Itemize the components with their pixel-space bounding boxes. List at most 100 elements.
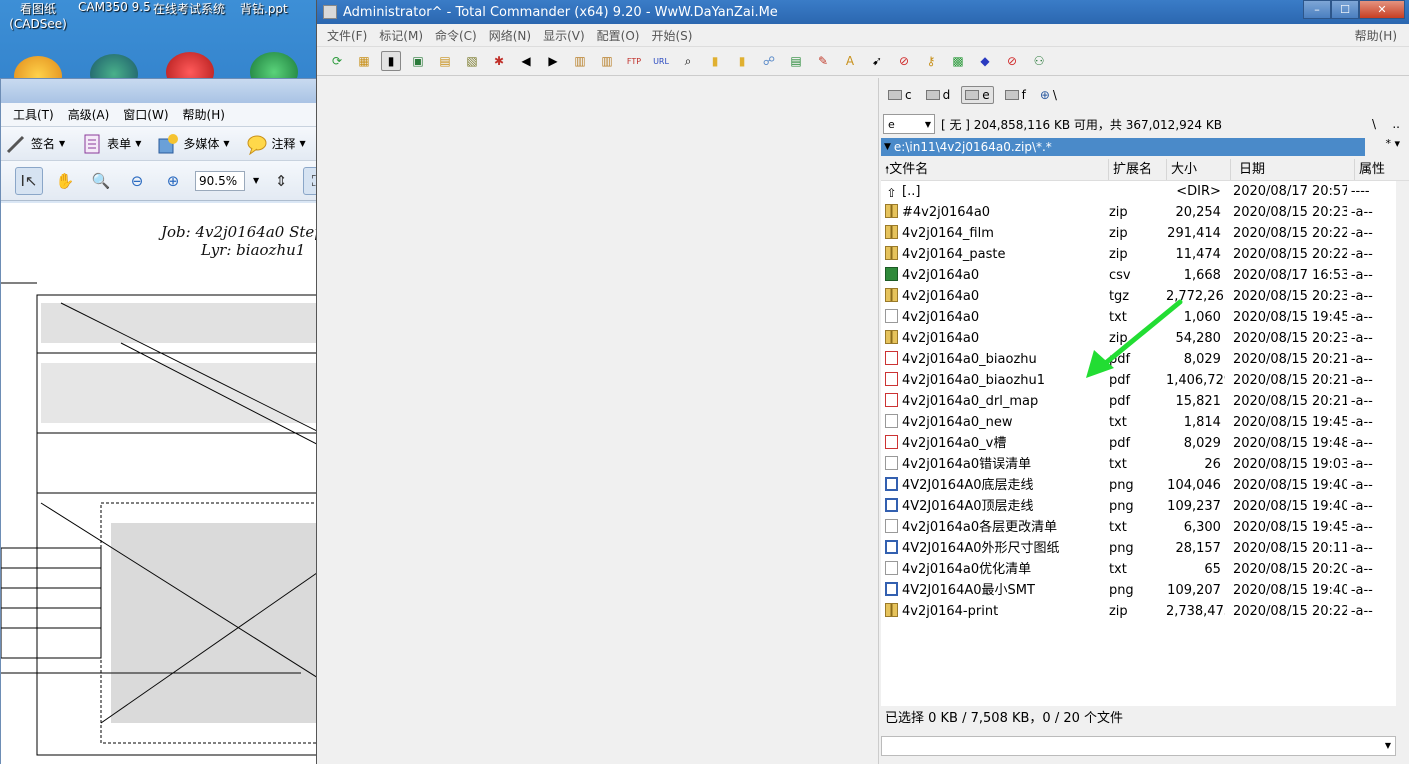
path-dropdown-icon[interactable]: ▼ — [884, 142, 891, 152]
multimedia-button[interactable]: 多媒体 ▼ — [157, 133, 230, 155]
column-date[interactable]: 日期 — [1231, 159, 1355, 180]
tree-view-icon[interactable]: ▤ — [435, 51, 455, 71]
pack-icon[interactable]: ▥ — [570, 51, 590, 71]
run-icon[interactable]: ➹ — [867, 51, 887, 71]
png-file-icon — [885, 540, 898, 554]
zoom-tool[interactable]: 🔍 — [87, 167, 115, 195]
menu-help[interactable]: 帮助(H) — [183, 106, 225, 123]
folder1-icon[interactable]: ▮ — [705, 51, 725, 71]
sign-button[interactable]: 签名 ▼ — [5, 133, 65, 155]
column-ext[interactable]: 扩展名 — [1109, 159, 1167, 180]
pdf-tool-icon[interactable]: ▩ — [948, 51, 968, 71]
file-row[interactable]: 4v2j0164a0错误清单 txt 26 2020/08/15 19:03 -a-- — [881, 454, 1396, 475]
refresh-icon[interactable]: ⟳ — [327, 51, 347, 71]
fit-page-button[interactable]: ⇕ — [267, 167, 295, 195]
file-row[interactable]: 4V2J0164A0最小SMT png 109,207 2020/08/15 19:4… — [881, 580, 1396, 601]
column-name[interactable]: 🠕文件名 — [881, 159, 1109, 180]
file-row[interactable]: 4v2j0164a0_drl_map pdf 15,821 2020/08/15 20… — [881, 391, 1396, 412]
file-date: 2020/08/15 20:20 — [1232, 562, 1347, 577]
file-attr: -a-- — [1350, 310, 1373, 325]
root-button[interactable]: \ — [1372, 117, 1376, 131]
file-row[interactable]: 4v2j0164a0_v槽 pdf 8,029 2020/08/15 19:48 -a-… — [881, 433, 1396, 454]
file-row[interactable]: 4v2j0164a0_new txt 1,814 2020/08/15 19:45 -a… — [881, 412, 1396, 433]
select-icon[interactable]: ✱ — [489, 51, 509, 71]
zoom-level-input[interactable]: 90.5% — [195, 170, 245, 191]
menu-show[interactable]: 显示(V) — [543, 27, 585, 44]
menu-mark[interactable]: 标记(M) — [379, 27, 423, 44]
menu-config[interactable]: 配置(O) — [597, 27, 640, 44]
current-path[interactable]: ▼ e:\in11\4v2j0164a0.zip\*.* — [881, 138, 1365, 156]
file-row[interactable]: 4V2J0164A0外形尺寸图纸 png 28,157 2020/08/15 20:1… — [881, 538, 1396, 559]
file-row[interactable]: 4v2j0164_paste zip 11,474 2020/08/15 20:22-… — [881, 244, 1396, 265]
unpack-icon[interactable]: ▥ — [597, 51, 617, 71]
compare-icon[interactable]: ▧ — [462, 51, 482, 71]
file-row[interactable]: 4v2j0164a0 csv 1,668 2020/08/17 16:53 -a-- — [881, 265, 1396, 286]
drive-f-button[interactable]: f — [1002, 87, 1029, 103]
file-row[interactable]: 4v2j0164a0优化清单 txt 65 2020/08/15 20:20 -a-- — [881, 559, 1396, 580]
file-row[interactable]: 4v2j0164_film zip 291,414 2020/08/15 20:22-… — [881, 223, 1396, 244]
notepad-icon[interactable]: ✎ — [813, 51, 833, 71]
column-attr[interactable]: 属性 — [1355, 159, 1405, 180]
menu-window[interactable]: 窗口(W) — [123, 106, 168, 123]
file-row[interactable]: 4v2j0164a0各层更改清单 txt 6,300 2020/08/15 19:45… — [881, 517, 1396, 538]
menu-advanced[interactable]: 高级(A) — [68, 106, 110, 123]
menu-tools[interactable]: 工具(T) — [13, 106, 54, 123]
comment-button[interactable]: 注释 ▼ — [246, 133, 306, 155]
drive-select[interactable]: e ▼ — [883, 114, 935, 134]
font-icon[interactable]: A — [840, 51, 860, 71]
select-text-tool[interactable]: I↖ — [15, 166, 43, 195]
stop2-icon[interactable]: ⊘ — [1002, 51, 1022, 71]
column-size[interactable]: 大小 — [1167, 159, 1231, 180]
menu-net[interactable]: 网络(N) — [489, 27, 531, 44]
menu-commands[interactable]: 命令(C) — [435, 27, 477, 44]
users-icon[interactable]: ⚇ — [1029, 51, 1049, 71]
tc-minimize-button[interactable]: – — [1303, 0, 1331, 19]
file-name: 4v2j0164a0 — [881, 265, 1105, 286]
folder2-icon[interactable]: ▮ — [732, 51, 752, 71]
drive-info-bar: e ▼ [ 无 ] 204,858,116 KB 可用，共 367,012,924… — [881, 112, 1409, 136]
zoom-dropdown-icon[interactable]: ▼ — [253, 176, 259, 185]
file-row[interactable]: 4V2J0164A0顶层走线 png 109,237 2020/08/15 19:40… — [881, 496, 1396, 517]
file-row[interactable]: 4v2j0164-printzip 2,738,475 2020/08/15 20:… — [881, 601, 1396, 622]
file-row[interactable]: #4v2j0164a0 zip 20,254 2020/08/15 20:23 -a-- — [881, 202, 1396, 223]
desktop-icon-exam-label[interactable]: 在线考试系统 — [153, 0, 225, 17]
thumbnail-view-icon[interactable]: ▣ — [408, 51, 428, 71]
hand-tool[interactable]: ✋ — [51, 167, 79, 195]
menu-file[interactable]: 文件(F) — [327, 27, 367, 44]
binoculars-icon[interactable]: ⌕ — [678, 51, 698, 71]
file-date: 2020/08/15 19:45 — [1232, 310, 1347, 325]
menu-help[interactable]: 帮助(H) — [1355, 27, 1397, 44]
key-icon[interactable]: ⚷ — [921, 51, 941, 71]
excel-icon[interactable]: ▤ — [786, 51, 806, 71]
drive-e-button[interactable]: e — [961, 86, 994, 104]
network-drive-button[interactable]: ⊕ \ — [1037, 87, 1060, 103]
zoom-in-button[interactable]: ⊕ — [159, 167, 187, 195]
tc-maximize-button[interactable]: ☐ — [1331, 0, 1359, 19]
tc-close-button[interactable]: ✕ — [1359, 0, 1405, 19]
file-ext: zip — [1108, 247, 1128, 262]
desktop-icon-cadsee-label[interactable]: 看图纸 (CADSee) — [8, 0, 68, 31]
url-icon[interactable]: URL — [651, 51, 671, 71]
network-icon[interactable]: ☍ — [759, 51, 779, 71]
parent-button[interactable]: .. — [1392, 117, 1400, 131]
forward-icon[interactable]: ▶ — [543, 51, 563, 71]
drive-c-button[interactable]: c — [885, 87, 915, 103]
filter-dropdown[interactable]: * ▾ — [1385, 137, 1400, 150]
zoom-out-button[interactable]: ⊖ — [123, 167, 151, 195]
ftp-icon[interactable]: FTP — [624, 51, 644, 71]
stop1-icon[interactable]: ⊘ — [894, 51, 914, 71]
file-row[interactable]: 4V2J0164A0底层走线 png 104,046 2020/08/15 19:40… — [881, 475, 1396, 496]
file-size: 65 — [1204, 562, 1221, 577]
shield-icon[interactable]: ◆ — [975, 51, 995, 71]
detail-view-icon[interactable]: ▮ — [381, 51, 401, 71]
file-attr: ---- — [1350, 184, 1370, 199]
drive-d-button[interactable]: d — [923, 87, 954, 103]
file-row[interactable]: ⇧ [..] <DIR> 2020/08/17 20:57 ---- — [881, 181, 1396, 202]
back-icon[interactable]: ◀ — [516, 51, 536, 71]
form-button[interactable]: 表单 ▼ — [81, 133, 141, 155]
desktop-icon-cam350-label[interactable]: CAM350 9.5 — [78, 0, 151, 14]
desktop-icon-ppt-label[interactable]: 背钻.ppt — [240, 0, 288, 17]
command-line-input[interactable]: ▼ — [881, 736, 1396, 756]
brief-view-icon[interactable]: ▦ — [354, 51, 374, 71]
menu-start[interactable]: 开始(S) — [651, 27, 692, 44]
